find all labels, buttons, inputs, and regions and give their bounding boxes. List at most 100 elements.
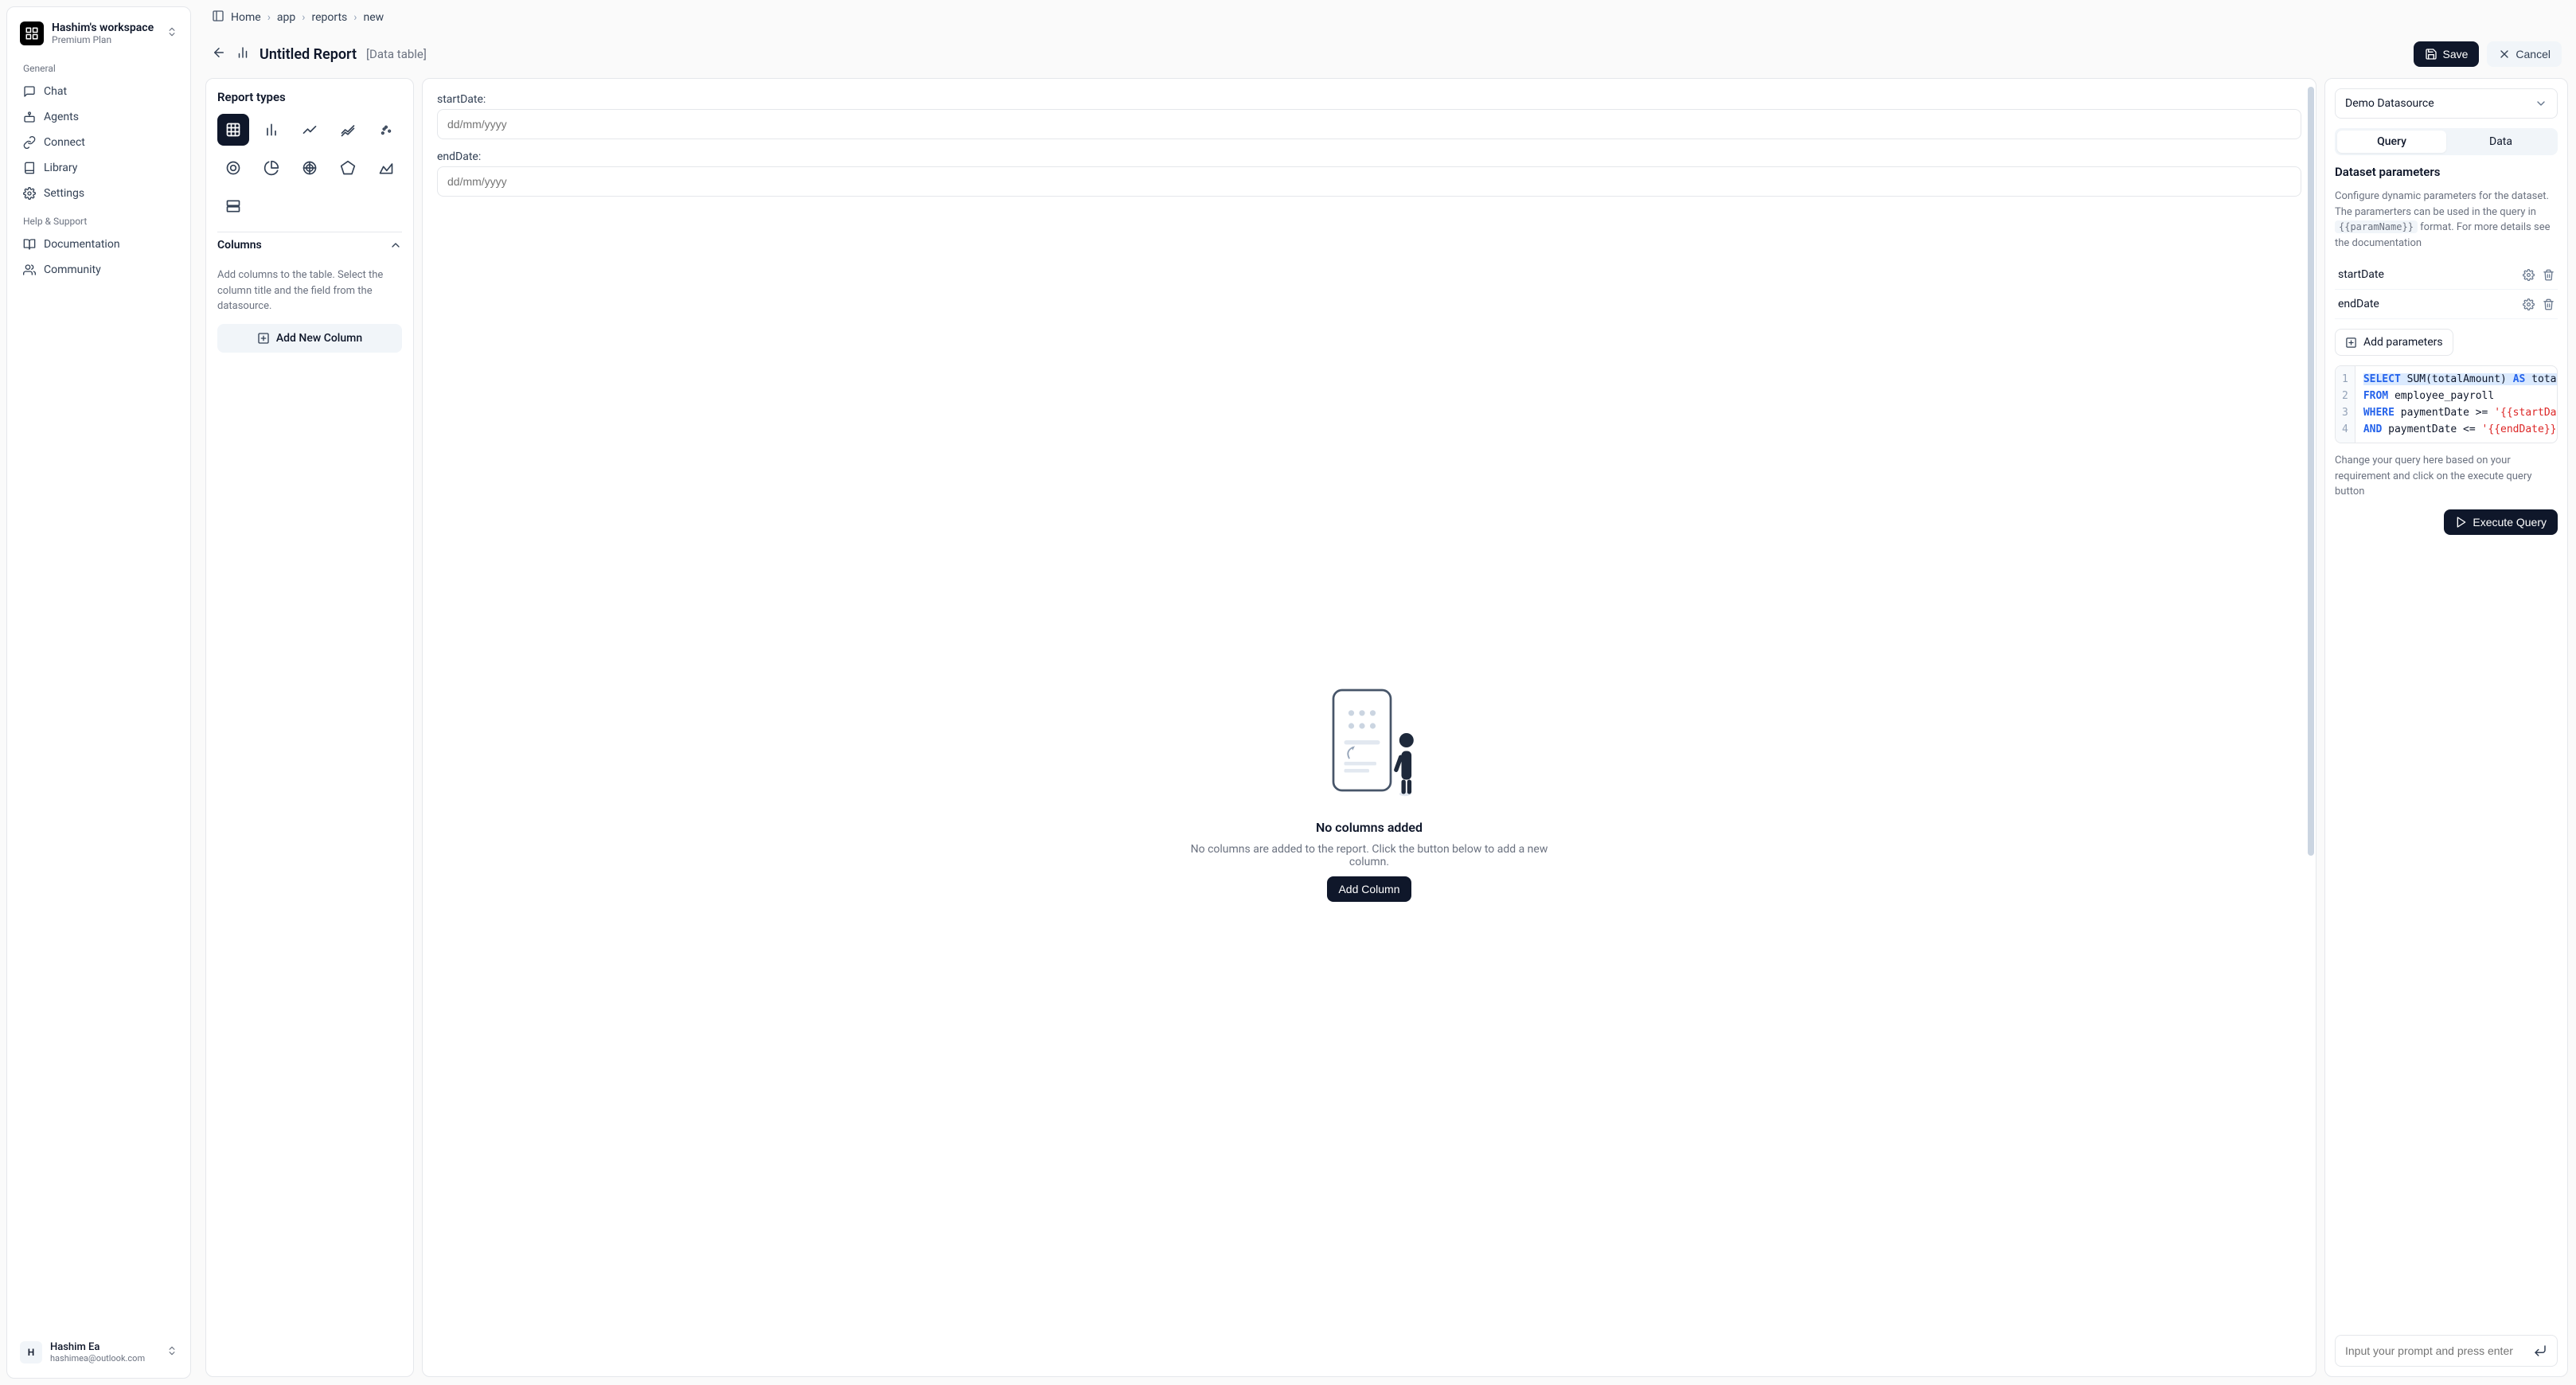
save-label: Save [2442, 48, 2468, 60]
param-name: startDate [2338, 268, 2384, 281]
tab-data[interactable]: Data [2446, 131, 2555, 153]
workspace-name: Hashim's workspace [52, 21, 154, 34]
canvas-scrollbar[interactable] [2308, 87, 2314, 1368]
type-table[interactable] [217, 114, 249, 146]
datasource-name: Demo Datasource [2345, 97, 2434, 110]
type-bar[interactable] [256, 114, 287, 146]
param-row-startdate: startDate [2335, 260, 2558, 290]
trash-icon[interactable] [2543, 298, 2555, 310]
gear-icon[interactable] [2523, 298, 2535, 310]
empty-illustration [1298, 669, 1441, 812]
user-email: hashimea@outlook.com [50, 1353, 145, 1364]
config-panel: Report types Columns [205, 78, 414, 1377]
chevrons-up-down-icon [166, 1345, 178, 1360]
report-title[interactable]: Untitled Report [260, 46, 357, 63]
add-parameters-label: Add parameters [2363, 336, 2443, 349]
chevron-right-icon: › [267, 11, 271, 24]
query-help: Change your query here based on your req… [2335, 453, 2558, 500]
breadcrumb-reports[interactable]: reports [311, 11, 347, 24]
editor-content[interactable]: SELECT SUM(totalAmount) AS total_payroll… [2355, 366, 2557, 443]
nav-settings-label: Settings [44, 187, 84, 200]
type-radar[interactable] [332, 152, 364, 184]
tab-query[interactable]: Query [2337, 131, 2446, 153]
avatar: H [20, 1341, 42, 1364]
sidebar: Hashim's workspace Premium Plan General … [6, 6, 191, 1379]
add-parameters-button[interactable]: Add parameters [2335, 329, 2453, 356]
nav-doc-label: Documentation [44, 238, 120, 251]
type-scatter[interactable] [370, 114, 402, 146]
gear-icon[interactable] [2523, 269, 2535, 281]
breadcrumb-app[interactable]: app [277, 11, 295, 24]
datasource-select[interactable]: Demo Datasource [2335, 88, 2558, 119]
prompt-input[interactable] [2345, 1344, 2527, 1357]
title-bar: Untitled Report [Data table] Save Cancel [197, 35, 2576, 78]
add-column-button[interactable]: Add Column [1327, 876, 1411, 902]
chevron-up-icon [389, 239, 402, 252]
report-icon [236, 45, 250, 63]
sidebar-toggle[interactable] [212, 10, 224, 25]
query-data-tabs: Query Data [2335, 128, 2558, 155]
startdate-label: startDate: [437, 93, 2301, 106]
nav-library[interactable]: Library [14, 155, 184, 181]
chevrons-up-down-icon [166, 26, 178, 41]
main: Home › app › reports › new Untitled Repo… [197, 0, 2576, 1385]
nav-documentation[interactable]: Documentation [14, 232, 184, 257]
type-pie[interactable] [256, 152, 287, 184]
type-line[interactable] [294, 114, 326, 146]
params-title: Dataset parameters [2335, 165, 2558, 179]
nav-section-help: Help & Support [14, 206, 184, 232]
empty-title: No columns added [1316, 820, 1423, 835]
empty-state: No columns added No columns are added to… [437, 208, 2301, 1362]
sql-editor[interactable]: 1234 SELECT SUM(totalAmount) AS total_pa… [2335, 365, 2558, 443]
nav-chat[interactable]: Chat [14, 79, 184, 104]
enddate-input[interactable] [437, 166, 2301, 197]
breadcrumb-home[interactable]: Home [231, 11, 261, 24]
startdate-input[interactable] [437, 109, 2301, 139]
params-description: Configure dynamic parameters for the dat… [2335, 189, 2558, 251]
back-button[interactable] [212, 45, 226, 63]
columns-title: Columns [217, 239, 262, 252]
empty-desc: No columns are added to the report. Clic… [1178, 843, 1560, 868]
execute-query-label: Execute Query [2473, 516, 2547, 529]
save-button[interactable]: Save [2414, 41, 2479, 67]
report-type-grid [217, 114, 402, 222]
datasource-panel: Demo Datasource Query Data Dataset param… [2324, 78, 2568, 1377]
type-card[interactable] [217, 190, 249, 222]
report-canvas: startDate: endDate: [422, 78, 2316, 1377]
execute-query-button[interactable]: Execute Query [2444, 509, 2558, 535]
columns-help: Add columns to the table. Select the col… [217, 267, 402, 314]
user-menu[interactable]: H Hashim Ea hashimea@outlook.com [14, 1333, 184, 1371]
type-area[interactable] [370, 152, 402, 184]
add-new-column-label: Add New Column [276, 332, 362, 345]
nav-section-general: General [14, 53, 184, 79]
user-name: Hashim Ea [50, 1341, 145, 1353]
workspace-switcher[interactable]: Hashim's workspace Premium Plan [14, 14, 184, 53]
prompt-input-container [2335, 1335, 2558, 1367]
report-types-title: Report types [217, 90, 402, 104]
workspace-logo [20, 21, 44, 45]
type-donut[interactable] [217, 152, 249, 184]
nav-community-label: Community [44, 263, 101, 276]
trash-icon[interactable] [2543, 269, 2555, 281]
nav-connect[interactable]: Connect [14, 130, 184, 155]
nav-library-label: Library [44, 162, 77, 174]
nav-settings[interactable]: Settings [14, 181, 184, 206]
chevron-right-icon: › [302, 11, 305, 24]
report-subtitle: [Data table] [366, 47, 427, 61]
cancel-button[interactable]: Cancel [2487, 41, 2562, 67]
enter-icon[interactable] [2533, 1344, 2547, 1358]
breadcrumb-new[interactable]: new [363, 11, 384, 24]
cancel-label: Cancel [2516, 48, 2551, 60]
editor-gutter: 1234 [2336, 366, 2355, 443]
param-row-enddate: endDate [2335, 290, 2558, 319]
type-multiline[interactable] [332, 114, 364, 146]
nav-community[interactable]: Community [14, 257, 184, 283]
workspace-plan: Premium Plan [52, 34, 154, 45]
add-new-column-button[interactable]: Add New Column [217, 324, 402, 353]
columns-section-toggle[interactable]: Columns [217, 232, 402, 258]
param-name: endDate [2338, 298, 2379, 310]
chevron-right-icon: › [353, 11, 357, 24]
add-column-label: Add Column [1338, 883, 1399, 895]
nav-agents[interactable]: Agents [14, 104, 184, 130]
type-radar-circle[interactable] [294, 152, 326, 184]
